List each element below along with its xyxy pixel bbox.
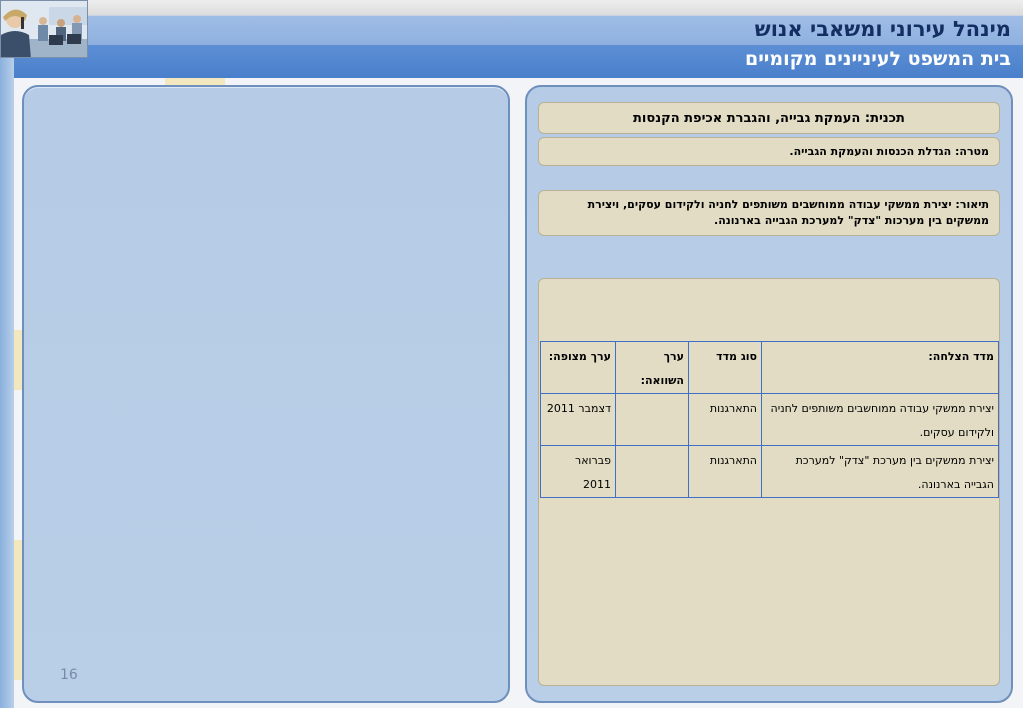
header-title-bar: מינהל עירוני ומשאבי אנוש <box>88 16 1023 45</box>
plan-title: תכנית: העמקת גבייה, והגברת אכיפת הקנסות <box>633 111 905 126</box>
office-photo <box>0 0 88 58</box>
description-box: תיאור: יצירת ממשקי עבודה ממוחשבים משותפי… <box>538 190 1000 236</box>
plan-title-box: תכנית: העמקת גבייה, והגברת אכיפת הקנסות <box>538 102 1000 134</box>
goal-text: מטרה: הגדלת הכנסות והעמקת הגבייה. <box>789 145 989 158</box>
header-comparison: ערך השוואה: <box>615 341 689 394</box>
top-strip <box>0 0 1023 16</box>
row-comparison <box>615 445 689 498</box>
goal-box: מטרה: הגדלת הכנסות והעמקת הגבייה. <box>538 137 1000 166</box>
description-text: תיאור: יצירת ממשקי עבודה ממוחשבים משותפי… <box>587 198 989 227</box>
row-expected: דצמבר 2011 <box>540 393 616 446</box>
header-subtitle-bar: בית המשפט לעיניינים מקומיים <box>14 45 1023 78</box>
table-row: יצירת ממשקי עבודה ממוחשבים משותפים לחניה… <box>540 393 999 446</box>
row-type: התארגנות <box>688 445 762 498</box>
header-metric: מדד הצלחה: <box>761 341 999 394</box>
row-metric: יצירת ממשקי עבודה ממוחשבים משותפים לחניה… <box>761 393 999 446</box>
row-expected: פברואר 2011 <box>540 445 616 498</box>
left-panel <box>22 85 510 703</box>
row-comparison <box>615 393 689 446</box>
page-subtitle: בית המשפט לעיניינים מקומיים <box>744 48 1011 70</box>
header-type: סוג מדד <box>688 341 762 394</box>
office-photo-image <box>1 1 87 57</box>
row-metric: יצירת ממשקים בין מערכת "צדק" למערכת הגבי… <box>761 445 999 498</box>
header-expected: ערך מצופה: <box>540 341 616 394</box>
table-header-row: מדד הצלחה: סוג מדד ערך השוואה: ערך מצופה… <box>540 341 999 394</box>
metrics-table: מדד הצלחה: סוג מדד ערך השוואה: ערך מצופה… <box>540 341 999 498</box>
table-row: יצירת ממשקים בין מערכת "צדק" למערכת הגבי… <box>540 445 999 498</box>
page-title: מינהל עירוני ומשאבי אנוש <box>754 17 1011 41</box>
page-number: 16 <box>60 667 78 683</box>
left-edge-bar <box>0 58 14 708</box>
row-type: התארגנות <box>688 393 762 446</box>
